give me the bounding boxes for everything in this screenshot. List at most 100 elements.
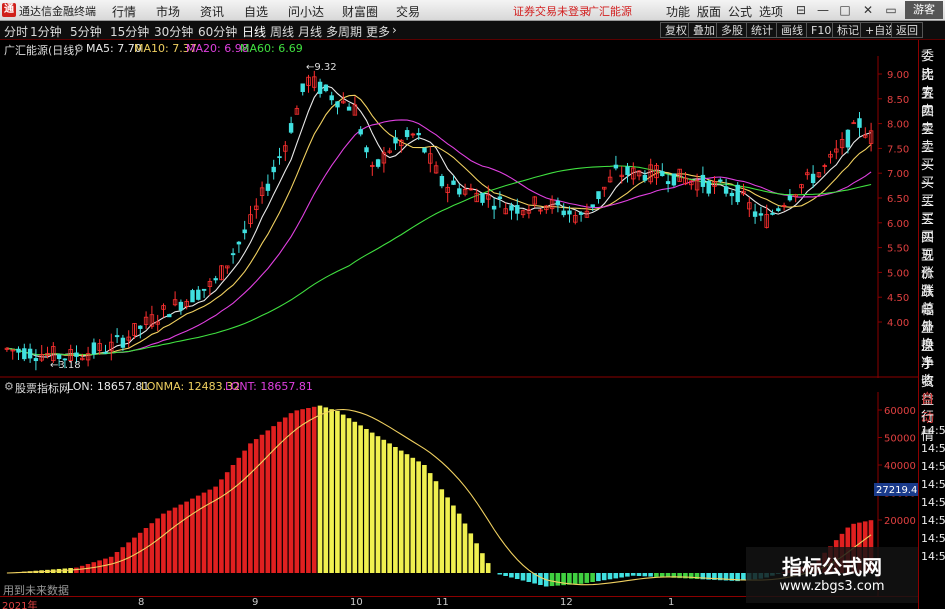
candle-body: [27, 348, 33, 359]
indicator-bar: [161, 513, 166, 573]
date-tick: 8: [138, 597, 145, 608]
panel-time: 14:50: [921, 532, 945, 545]
panel-time: 14:50: [921, 460, 945, 473]
maximize-icon[interactable]: □: [834, 1, 856, 19]
indicator-tick-label: 50000: [884, 434, 916, 445]
price-tick-label: 7.50: [887, 144, 909, 155]
menu-market[interactable]: 市场: [156, 3, 180, 20]
menu-options[interactable]: 选项: [759, 3, 783, 20]
stats-button[interactable]: 统计: [746, 22, 778, 38]
indicator-bar: [636, 573, 642, 576]
back-button[interactable]: 返回: [891, 22, 923, 38]
settings-gear-icon[interactable]: ⚙: [74, 42, 84, 55]
panel-time: 14:50: [921, 550, 945, 563]
indicator-bar: [572, 573, 578, 585]
candlestick-chart[interactable]: 9.00 8.50 8.00 7.50 7.00 6.50 6.00 5.50 5.00 4.50…: [0, 56, 918, 378]
menu-trade[interactable]: 交易: [396, 3, 420, 20]
menu-watchlist[interactable]: 自选: [244, 3, 268, 20]
candle-body: [393, 137, 398, 144]
indicator-bar: [654, 573, 659, 577]
menu-function[interactable]: 功能: [666, 3, 690, 20]
indicator-bar: [410, 457, 416, 573]
menu-layout[interactable]: 版面: [697, 3, 721, 20]
period-multi[interactable]: 多周期: [326, 23, 362, 40]
menu-quotes[interactable]: 行情: [112, 3, 136, 20]
price-tick-label: 4.00: [887, 318, 909, 329]
guest-badge[interactable]: 游客: [905, 1, 943, 19]
period-daily[interactable]: 日线: [242, 23, 266, 40]
period-1min[interactable]: 1分钟: [30, 23, 62, 40]
candle-body: [665, 181, 671, 185]
candle-body: [422, 147, 427, 153]
candle-body: [770, 213, 775, 215]
indicator-bar: [143, 528, 149, 573]
indicator-bar: [340, 414, 346, 573]
candle-body: [845, 129, 851, 148]
candle-body: [497, 196, 503, 200]
indicator-bar: [590, 573, 595, 582]
candle-body: [509, 205, 514, 211]
candle-body: [613, 164, 619, 169]
period-5min[interactable]: 5分钟: [70, 23, 102, 40]
indicator-bar: [625, 573, 630, 577]
indicator-bar: [445, 497, 450, 573]
price-tick-label: 8.00: [887, 120, 909, 131]
candle-body: [457, 188, 462, 195]
indicator-bar: [306, 408, 311, 573]
candle-body: [706, 180, 711, 194]
quote-side-panel[interactable]: 委比 卖五 卖四 卖三 卖二 卖一 买一 买二 买三 买四 买五 现价 涨跌 涨…: [918, 40, 945, 609]
trade-login-notice[interactable]: 证券交易未登录: [513, 3, 590, 19]
date-tick: 1: [668, 597, 675, 608]
candle-body: [33, 358, 39, 362]
candle-body: [317, 81, 323, 94]
candle-body: [201, 288, 207, 291]
period-weekly[interactable]: 周线: [270, 23, 294, 40]
indicator-bar: [416, 461, 421, 573]
period-intraday[interactable]: 分时: [4, 23, 28, 40]
period-monthly[interactable]: 月线: [298, 23, 322, 40]
draw-button[interactable]: 画线: [776, 22, 808, 38]
indicator-bar: [456, 513, 462, 573]
indicator-bar: [480, 553, 485, 573]
indicator-bar: [178, 504, 184, 573]
indicator-bar: [503, 573, 508, 576]
candle-body: [718, 179, 723, 182]
period-more[interactable]: 更多: [366, 23, 390, 40]
price-tick-label: 7.00: [887, 169, 909, 180]
period-60min[interactable]: 60分钟: [198, 23, 237, 40]
panel-time: 14:50: [921, 514, 945, 527]
indicator-bar: [601, 573, 607, 581]
menu-formula[interactable]: 公式: [728, 3, 752, 20]
menu-wealth[interactable]: 财富圈: [342, 3, 378, 20]
indicator-bar: [393, 447, 398, 573]
candle-body: [480, 193, 485, 203]
menu-news[interactable]: 资讯: [200, 3, 224, 20]
candle-body: [642, 174, 648, 181]
minimize-icon[interactable]: —: [812, 1, 834, 19]
candle-body: [404, 130, 410, 137]
restore-icon[interactable]: ▭: [880, 1, 902, 19]
candle-body: [56, 354, 62, 360]
period-15min[interactable]: 15分钟: [110, 23, 149, 40]
stock-name-link[interactable]: 广汇能源: [588, 3, 632, 19]
indicator-bars: [10, 405, 874, 587]
candle-body: [265, 183, 271, 191]
multi-stock-button[interactable]: 多股: [716, 22, 748, 38]
indicator-bar: [462, 523, 468, 573]
candle-body: [236, 241, 242, 245]
indicator-bar: [259, 434, 265, 573]
menu-ask[interactable]: 问小达: [288, 3, 324, 20]
close-icon[interactable]: ✕: [857, 1, 879, 19]
more-chevron-icon[interactable]: ›: [392, 23, 397, 37]
period-30min[interactable]: 30分钟: [154, 23, 193, 40]
indicator-bar: [352, 421, 358, 573]
candle-body: [271, 166, 276, 173]
indicator-bar: [427, 473, 433, 573]
indicator-bar: [630, 573, 636, 576]
candle-body: [660, 171, 665, 177]
minimize-alt-icon[interactable]: ⊟: [790, 1, 812, 19]
title-bar: 通 通达信金融终端 行情 市场 资讯 自选 问小达 财富圈 交易 证券交易未登录…: [0, 0, 945, 21]
indicator-bar: [619, 573, 624, 578]
indicator-bar: [74, 567, 79, 573]
watermark-url: www.zbgs3.com: [779, 579, 885, 594]
